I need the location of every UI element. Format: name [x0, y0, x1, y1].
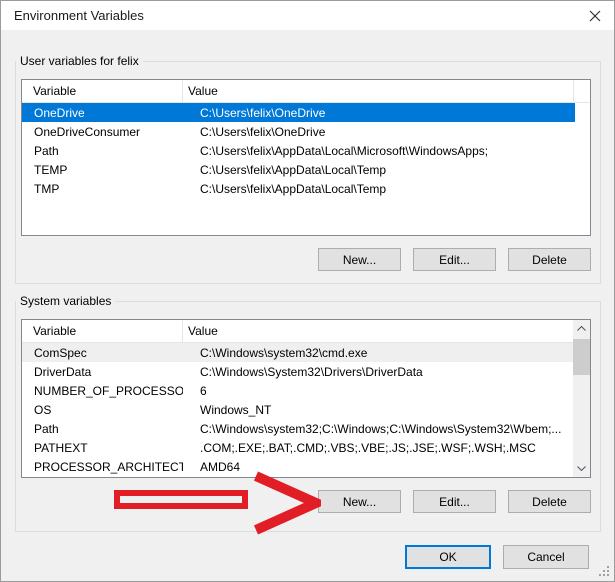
column-header-value[interactable]: Value — [183, 80, 574, 102]
table-row[interactable]: Path C:\Users\felix\AppData\Local\Micros… — [22, 141, 575, 160]
table-row[interactable]: PATHEXT .COM;.EXE;.BAT;.CMD;.VBS;.VBE;.J… — [22, 438, 575, 457]
variable-cell: TEMP — [22, 163, 183, 177]
system-new-button[interactable]: New... — [318, 490, 401, 513]
close-icon — [589, 10, 601, 22]
system-delete-button[interactable]: Delete — [508, 490, 591, 513]
table-header: Variable Value — [22, 80, 590, 103]
user-edit-button[interactable]: Edit... — [413, 248, 496, 271]
scroll-up-button[interactable] — [573, 320, 590, 337]
table-row[interactable]: DriverData C:\Windows\System32\Drivers\D… — [22, 362, 575, 381]
environment-variables-dialog: Environment Variables User variables for… — [0, 0, 615, 582]
value-cell: C:\Windows\system32\cmd.exe — [183, 346, 575, 360]
user-new-button[interactable]: New... — [318, 248, 401, 271]
variable-cell: OneDrive — [22, 106, 183, 120]
variable-cell: OS — [22, 403, 183, 417]
variable-cell: OneDriveConsumer — [22, 125, 183, 139]
variable-cell: PATHEXT — [22, 441, 183, 455]
system-edit-button[interactable]: Edit... — [413, 490, 496, 513]
window-title: Environment Variables — [14, 8, 144, 23]
variable-cell: DriverData — [22, 365, 183, 379]
table-row[interactable]: Path C:\Windows\system32;C:\Windows;C:\W… — [22, 419, 575, 438]
user-variables-table: Variable Value OneDrive C:\Users\felix\O… — [21, 79, 591, 236]
scroll-down-button[interactable] — [573, 460, 590, 477]
variable-cell: TMP — [22, 182, 183, 196]
system-variables-table: Variable Value ComSpec C:\Windows\system… — [21, 319, 591, 478]
chevron-up-icon — [577, 326, 586, 331]
resize-grip-icon[interactable] — [607, 574, 609, 576]
title-bar: Environment Variables — [1, 1, 614, 30]
column-header-value[interactable]: Value — [183, 320, 574, 342]
value-cell: C:\Users\felix\OneDrive — [183, 125, 575, 139]
chevron-down-icon — [577, 466, 586, 471]
vertical-scrollbar[interactable] — [573, 320, 590, 477]
user-variables-buttons: New... Edit... Delete — [318, 248, 591, 271]
ok-button[interactable]: OK — [405, 545, 491, 569]
cancel-button[interactable]: Cancel — [503, 545, 589, 569]
user-variables-label: User variables for felix — [16, 54, 143, 68]
value-cell: 6 — [183, 384, 575, 398]
value-cell: C:\Users\felix\OneDrive — [183, 106, 575, 120]
system-variables-label: System variables — [16, 294, 115, 308]
value-cell: AMD64 — [183, 460, 575, 474]
column-header-variable[interactable]: Variable — [22, 320, 183, 342]
table-row[interactable]: OneDrive C:\Users\felix\OneDrive — [22, 103, 575, 122]
value-cell: C:\Users\felix\AppData\Local\Microsoft\W… — [183, 144, 575, 158]
column-header-variable[interactable]: Variable — [22, 80, 183, 102]
table-row[interactable]: TEMP C:\Users\felix\AppData\Local\Temp — [22, 160, 575, 179]
table-row[interactable]: OS Windows_NT — [22, 400, 575, 419]
table-row[interactable]: PROCESSOR_ARCHITECTURE AMD64 — [22, 457, 575, 476]
scrollbar-thumb[interactable] — [573, 339, 590, 375]
variable-cell: Path — [22, 422, 183, 436]
value-cell: C:\Users\felix\AppData\Local\Temp — [183, 182, 575, 196]
variable-cell: Path — [22, 144, 183, 158]
variable-cell: ComSpec — [22, 346, 183, 360]
user-delete-button[interactable]: Delete — [508, 248, 591, 271]
value-cell: .COM;.EXE;.BAT;.CMD;.VBS;.VBE;.JS;.JSE;.… — [183, 441, 575, 455]
value-cell: C:\Windows\System32\Drivers\DriverData — [183, 365, 575, 379]
value-cell: Windows_NT — [183, 403, 575, 417]
table-row[interactable]: OneDriveConsumer C:\Users\felix\OneDrive — [22, 122, 575, 141]
value-cell: C:\Users\felix\AppData\Local\Temp — [183, 163, 575, 177]
variable-cell: NUMBER_OF_PROCESSORS — [22, 384, 183, 398]
table-row[interactable]: ComSpec C:\Windows\system32\cmd.exe — [22, 343, 575, 362]
system-variables-buttons: New... Edit... Delete — [318, 490, 591, 513]
table-row[interactable]: TMP C:\Users\felix\AppData\Local\Temp — [22, 179, 575, 198]
table-header: Variable Value — [22, 320, 590, 343]
table-row[interactable]: NUMBER_OF_PROCESSORS 6 — [22, 381, 575, 400]
variable-cell: PROCESSOR_ARCHITECTURE — [22, 460, 183, 474]
value-cell: C:\Windows\system32;C:\Windows;C:\Window… — [183, 422, 575, 436]
close-button[interactable] — [583, 6, 607, 25]
